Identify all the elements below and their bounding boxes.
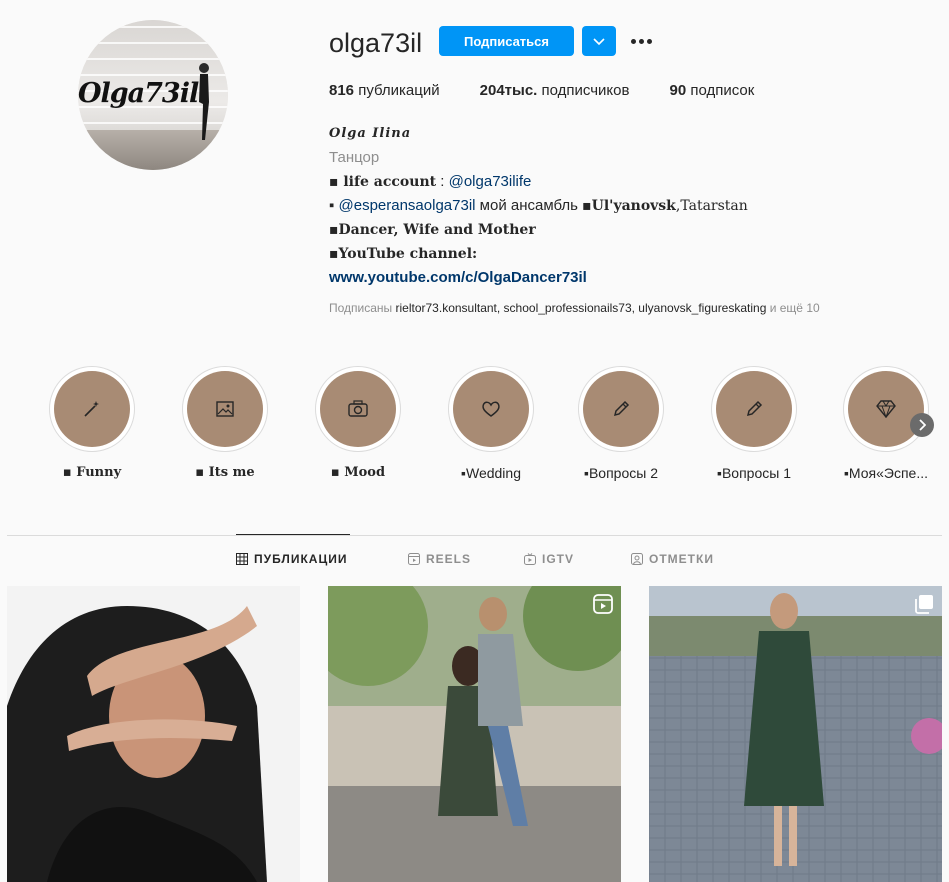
tagged-icon xyxy=(631,553,643,565)
post-image-2 xyxy=(328,586,621,882)
heart-icon xyxy=(482,401,500,417)
more-options-icon[interactable] xyxy=(628,30,654,52)
pencil-icon xyxy=(746,400,763,417)
tab-igtv[interactable]: IGTV xyxy=(524,552,574,566)
post-thumbnail[interactable] xyxy=(649,586,942,882)
suggested-accounts-button[interactable] xyxy=(582,26,616,56)
diamond-icon xyxy=(876,400,896,418)
post-image-3 xyxy=(649,586,942,882)
stat-following[interactable]: 90 подписок xyxy=(669,82,754,99)
mention-link-olga73ilife[interactable]: @olga73ilife xyxy=(449,173,532,190)
highlight-funny[interactable]: ▪ Funny xyxy=(47,366,137,480)
highlight-its-me[interactable]: ▪ Its me xyxy=(180,366,270,480)
username: olga73il xyxy=(329,28,423,58)
igtv-icon xyxy=(524,553,536,565)
tab-tagged[interactable]: ОТМЕТКИ xyxy=(631,552,714,566)
profile-bio: Olga Ilina Танцор ▪ life account : @olga… xyxy=(329,122,889,290)
tab-posts[interactable]: ПУБЛИКАЦИИ xyxy=(236,552,347,566)
post-thumbnail[interactable] xyxy=(7,586,300,882)
website-link[interactable]: www.youtube.com/c/OlgaDancer73il xyxy=(329,266,889,290)
profile-stats: 816 публикаций 204тыс. подписчиков 90 по… xyxy=(329,82,794,99)
bio-line-1: ▪ life account : @olga73ilife xyxy=(329,173,532,190)
profile-category: Танцор xyxy=(329,149,380,166)
image-icon xyxy=(216,401,234,417)
tab-reels[interactable]: REELS xyxy=(408,552,471,566)
post-image-1 xyxy=(7,586,300,882)
tabs-divider xyxy=(7,535,942,536)
stat-posts: 816 публикаций xyxy=(329,82,440,99)
dancer-figure-icon xyxy=(199,63,209,140)
magic-wand-icon xyxy=(84,401,99,417)
avatar-text: Olga73il xyxy=(78,78,199,109)
bio-line-2: ▪ @esperansaolga73il мой ансамбль ▪Ul'ya… xyxy=(329,197,748,214)
highlight-questions-2[interactable]: ▪Вопросы 2 xyxy=(576,366,666,481)
grid-icon xyxy=(236,553,248,565)
followed-by[interactable]: Подписаны rieltor73.konsultant, school_p… xyxy=(329,301,820,315)
camera-icon xyxy=(348,400,368,417)
mention-link-esperansaolga73il[interactable]: @esperansaolga73il xyxy=(339,197,476,214)
highlight-questions-1[interactable]: ▪Вопросы 1 xyxy=(709,366,799,481)
post-thumbnail[interactable] xyxy=(328,586,621,882)
bio-line-4: ▪YouTube channel: xyxy=(329,246,478,262)
reels-icon xyxy=(408,553,420,565)
highlights-next-button[interactable] xyxy=(910,413,934,437)
full-name: Olga Ilina xyxy=(329,126,412,141)
chevron-down-icon xyxy=(593,37,605,45)
active-tab-indicator xyxy=(236,534,350,535)
pencil-icon xyxy=(613,400,630,417)
follow-button[interactable]: Подписаться xyxy=(439,26,574,56)
profile-avatar[interactable]: Olga73il xyxy=(78,20,228,170)
highlight-wedding[interactable]: ▪Wedding xyxy=(446,366,536,481)
chevron-right-icon xyxy=(919,419,926,431)
stat-followers[interactable]: 204тыс. подписчиков xyxy=(480,82,630,99)
bio-line-3: ▪Dancer, Wife and Mother xyxy=(329,222,536,238)
multiple-images-icon xyxy=(915,595,933,614)
reels-icon xyxy=(593,594,613,614)
highlight-mood[interactable]: ▪ Mood xyxy=(313,366,403,480)
